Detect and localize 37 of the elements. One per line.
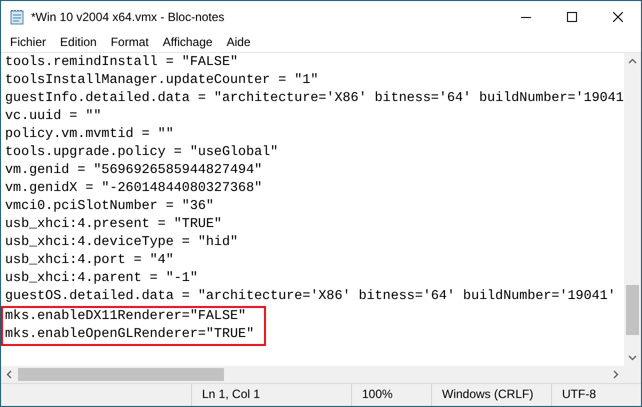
close-icon (613, 12, 623, 22)
status-text: 100% (351, 384, 431, 406)
scroll-up-icon[interactable] (628, 57, 637, 66)
text-line: vmci0.pciSlotNumber = "36" (5, 198, 215, 216)
menu-item[interactable]: Aide (220, 35, 258, 49)
text-line: usb_xhci:4.deviceType = "hid" (5, 234, 240, 252)
scroll-right-icon[interactable] (611, 370, 620, 379)
text-line: toolsInstallManager.updateCounter = "1" (5, 72, 320, 90)
text-line: policy.vm.mvmtid = "" (5, 126, 175, 144)
menu-item[interactable]: Affichage (156, 35, 220, 49)
text-line: tools.remindInstall = "FALSE" (5, 54, 240, 72)
menu-item[interactable]: Fichier (3, 35, 54, 49)
text-line: mks.enableDX11Renderer="FALSE" (5, 308, 248, 326)
maximize-icon (567, 12, 577, 22)
vertical-scrollbar[interactable] (624, 53, 641, 366)
scroll-left-icon[interactable] (5, 370, 14, 379)
status-text: Ln 1, Col 1 (191, 384, 351, 406)
window-title: *Win 10 v2004 x64.vmx - Bloc-notes (31, 10, 226, 24)
menu-item[interactable]: Edition (53, 35, 104, 49)
text-line: usb_xhci:4.present = "TRUE" (5, 216, 223, 234)
scroll-down-icon[interactable] (628, 353, 637, 362)
scrollbar-thumb[interactable] (18, 368, 224, 381)
text-line: usb_xhci:4.port = "4" (5, 252, 175, 270)
status-text: UTF-8 (551, 384, 641, 406)
text-line: usb_xhci:4.parent = "-1" (5, 270, 199, 288)
text-line: vm.genid = "5696926585944827494" (5, 162, 264, 180)
scrollbar-thumb[interactable] (626, 285, 639, 335)
text-line: vm.genidX = "-26014844080327368" (5, 180, 264, 198)
text-line: guestOS.detailed.data = "architecture='X86' bitness='64' buildNumber='19041' (5, 288, 617, 306)
text-line: mks.enableOpenGLRenderer="TRUE" (5, 326, 254, 344)
notepad-icon (9, 8, 25, 24)
text-line: tools.upgrade.policy = "useGlobal" (5, 144, 280, 162)
status-text: Windows (CRLF) (431, 384, 551, 406)
menu-item[interactable]: Format (104, 35, 156, 49)
text-line: vc.uuid = "" (5, 108, 102, 126)
horizontal-scrollbar[interactable] (1, 366, 641, 383)
text-line: guestInfo.detailed.data = "architecture='X86' bitness='64' buildNumber='19041 (5, 90, 624, 108)
